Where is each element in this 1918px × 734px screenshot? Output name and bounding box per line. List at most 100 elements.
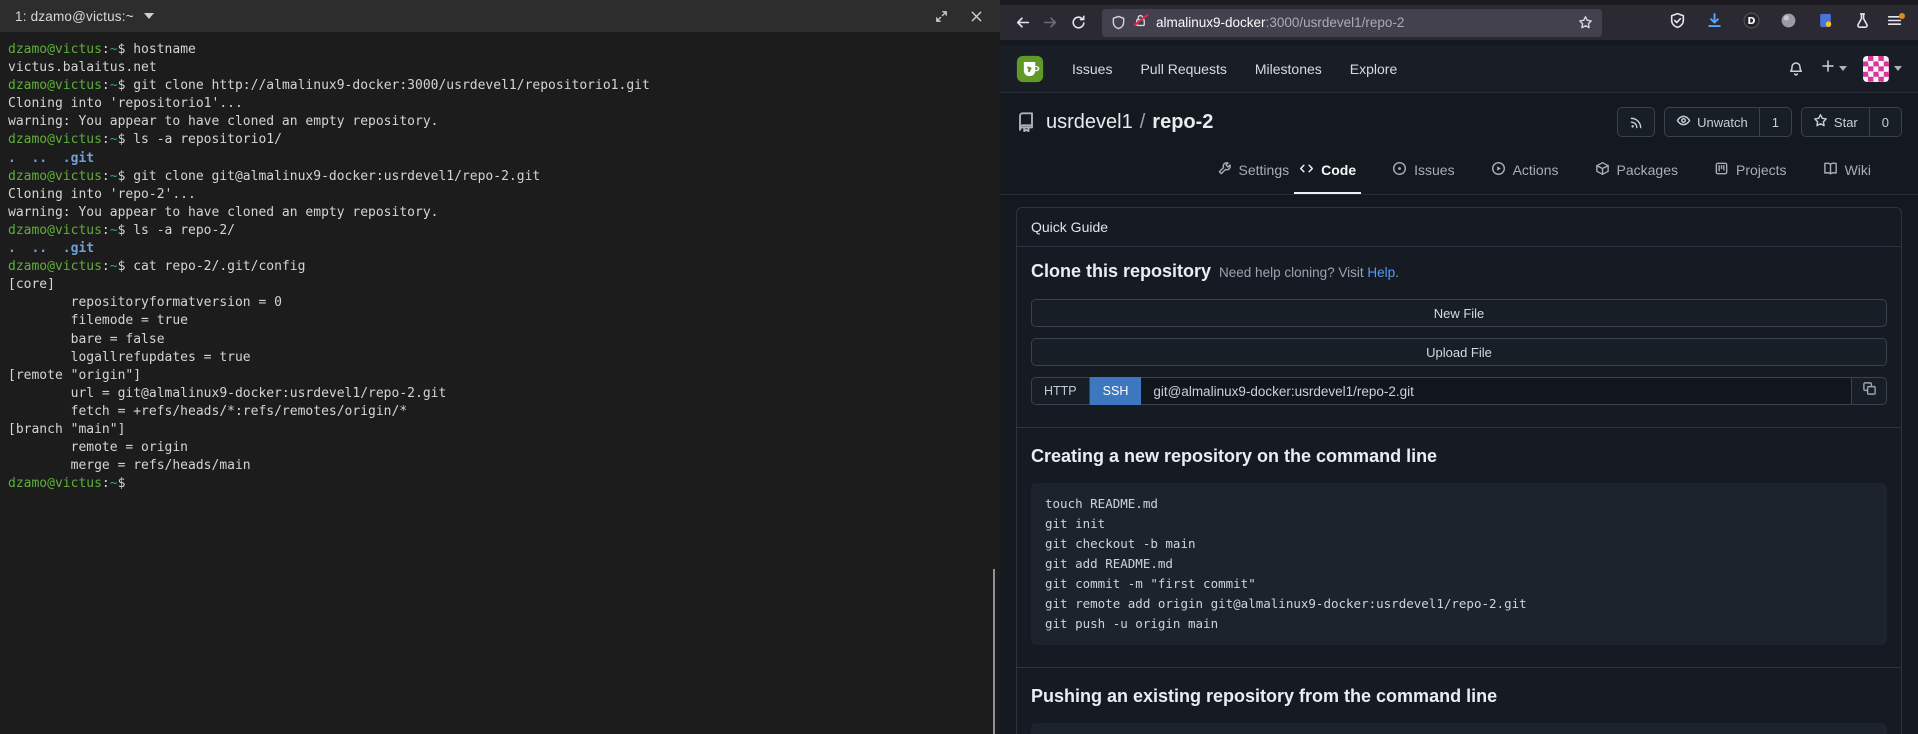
plus-icon xyxy=(1820,58,1836,79)
tracking-protection-shield-icon[interactable] xyxy=(1111,15,1126,30)
reload-button[interactable] xyxy=(1064,9,1092,37)
code-line: git push -u origin main xyxy=(1045,614,1873,634)
terminal-line: logallrefupdates = true xyxy=(8,349,996,367)
terminal-line: merge = refs/heads/main xyxy=(8,457,996,475)
extension-buttons: D xyxy=(1663,9,1880,37)
download-icon xyxy=(1706,12,1723,34)
forward-button[interactable] xyxy=(1036,9,1064,37)
avatar xyxy=(1863,56,1889,82)
browser-window: almalinux9-docker :3000/usrdevel1/repo-2… xyxy=(1000,0,1918,734)
terminal-line: bare = false xyxy=(8,331,996,349)
watch-count[interactable]: 1 xyxy=(1759,108,1791,136)
wiki-icon xyxy=(1823,161,1838,179)
extension-download[interactable] xyxy=(1700,9,1728,37)
terminal-line: repositoryformatversion = 0 xyxy=(8,294,996,312)
extension-doc-badge[interactable] xyxy=(1811,9,1839,37)
code-line: git commit -m "first commit" xyxy=(1045,574,1873,594)
terminal-line: warning: You appear to have cloned an em… xyxy=(8,204,996,222)
terminal-line: . .. .git xyxy=(8,240,996,258)
terminal-line: url = git@almalinux9-docker:usrdevel1/re… xyxy=(8,385,996,403)
nav-links: Issues Pull Requests Milestones Explore xyxy=(1072,61,1397,77)
terminal-line: filemode = true xyxy=(8,312,996,330)
tab-package[interactable]: Packages xyxy=(1590,161,1683,194)
terminal-titlebar[interactable]: 1: dzamo@victus:~ xyxy=(0,0,1000,33)
svg-text:D: D xyxy=(1747,15,1755,26)
create-repo-section: Creating a new repository on the command… xyxy=(1017,427,1901,667)
quick-guide-header: Quick Guide xyxy=(1017,208,1901,247)
bookmark-star-icon[interactable] xyxy=(1578,15,1593,30)
clone-title: Clone this repository xyxy=(1031,261,1211,282)
upload-file-button[interactable]: Upload File xyxy=(1031,338,1887,366)
star-button-group: Star 0 xyxy=(1801,107,1902,137)
tab-issue[interactable]: Issues xyxy=(1387,161,1459,194)
create-new-button[interactable] xyxy=(1820,58,1847,79)
gitea-logo[interactable] xyxy=(1016,55,1044,83)
repo-icon xyxy=(1016,112,1036,132)
terminal-line: warning: You appear to have cloned an em… xyxy=(8,113,996,131)
watch-button-group: Unwatch 1 xyxy=(1664,107,1792,137)
repo-separator: / xyxy=(1140,111,1146,134)
nav-item-pull-requests[interactable]: Pull Requests xyxy=(1140,61,1226,77)
repo-title: usrdevel1 / repo-2 xyxy=(1016,111,1213,134)
repo-tabs: Settings Code Issues Actions Packages Projec… xyxy=(1000,151,1918,195)
globe-icon xyxy=(1780,12,1797,34)
user-menu-button[interactable] xyxy=(1863,56,1902,82)
play-icon xyxy=(1491,161,1506,179)
app-menu-button[interactable] xyxy=(1880,9,1908,37)
issue-icon xyxy=(1392,161,1407,179)
window-controls xyxy=(934,9,984,24)
flask-icon xyxy=(1854,12,1871,34)
help-link[interactable]: Help xyxy=(1367,265,1395,280)
extension-letter-d[interactable]: D xyxy=(1737,9,1765,37)
rss-button[interactable] xyxy=(1617,107,1655,137)
gitea-navbar: Issues Pull Requests Milestones Explore xyxy=(1000,45,1918,93)
terminal-scrollbar[interactable] xyxy=(993,569,995,734)
eye-icon xyxy=(1676,113,1691,131)
terminal-line: remote = origin xyxy=(8,439,996,457)
gitea-page: Issues Pull Requests Milestones Explore usr… xyxy=(1000,45,1918,734)
http-button[interactable]: HTTP xyxy=(1031,377,1090,405)
extension-flask[interactable] xyxy=(1848,9,1876,37)
restore-window-button[interactable] xyxy=(934,9,949,24)
clone-section: Clone this repository Need help cloning?… xyxy=(1017,247,1901,427)
clone-url-group: HTTP SSH xyxy=(1031,377,1887,405)
terminal-title: 1: dzamo@victus:~ xyxy=(15,9,134,24)
star-button[interactable]: Star xyxy=(1802,108,1869,136)
terminal-line: Cloning into 'repo-2'... xyxy=(8,186,996,204)
extension-shield-check[interactable] xyxy=(1663,9,1691,37)
browser-toolbar: almalinux9-docker :3000/usrdevel1/repo-2… xyxy=(1000,0,1918,40)
repo-owner-link[interactable]: usrdevel1 xyxy=(1046,111,1133,134)
create-repo-code-block: touch README.mdgit initgit checkout -b m… xyxy=(1031,483,1887,645)
star-icon xyxy=(1813,113,1828,131)
terminal-line: [core] xyxy=(8,276,996,294)
unwatch-button[interactable]: Unwatch xyxy=(1665,108,1759,136)
terminal-line: dzamo@victus:~$ git clone git@almalinux9… xyxy=(8,168,996,186)
terminal-line: dzamo@victus:~$ ls -a repositorio1/ xyxy=(8,131,996,149)
repo-name-link[interactable]: repo-2 xyxy=(1152,111,1213,134)
back-button[interactable] xyxy=(1008,9,1036,37)
tab-code[interactable]: Code xyxy=(1294,161,1361,194)
tab-play[interactable]: Actions xyxy=(1486,161,1564,194)
new-file-button[interactable]: New File xyxy=(1031,299,1887,327)
update-badge xyxy=(1899,13,1905,19)
extension-globe[interactable] xyxy=(1774,9,1802,37)
tab-project[interactable]: Projects xyxy=(1709,161,1792,194)
code-line: git add README.md xyxy=(1045,554,1873,574)
tab-settings[interactable]: Settings xyxy=(1212,161,1295,194)
terminal-line: [remote "origin"] xyxy=(8,367,996,385)
url-bar[interactable]: almalinux9-docker :3000/usrdevel1/repo-2 xyxy=(1102,9,1602,37)
clone-url-input[interactable] xyxy=(1141,377,1852,405)
terminal-output[interactable]: dzamo@victus:~$ hostnamevictus.balaitus.… xyxy=(0,34,1000,734)
tab-wiki[interactable]: Wiki xyxy=(1818,161,1876,194)
insecure-lock-icon[interactable] xyxy=(1133,13,1148,33)
copy-url-button[interactable] xyxy=(1851,377,1887,405)
close-window-button[interactable] xyxy=(969,9,984,24)
nav-item-issues[interactable]: Issues xyxy=(1072,61,1112,77)
quick-guide-box: Quick Guide Clone this repository Need h… xyxy=(1016,207,1902,734)
notifications-bell-button[interactable] xyxy=(1788,61,1804,77)
titlebar-caret-icon[interactable] xyxy=(144,13,154,19)
star-count[interactable]: 0 xyxy=(1869,108,1901,136)
nav-item-explore[interactable]: Explore xyxy=(1350,61,1397,77)
ssh-button[interactable]: SSH xyxy=(1090,377,1142,405)
nav-item-milestones[interactable]: Milestones xyxy=(1255,61,1322,77)
